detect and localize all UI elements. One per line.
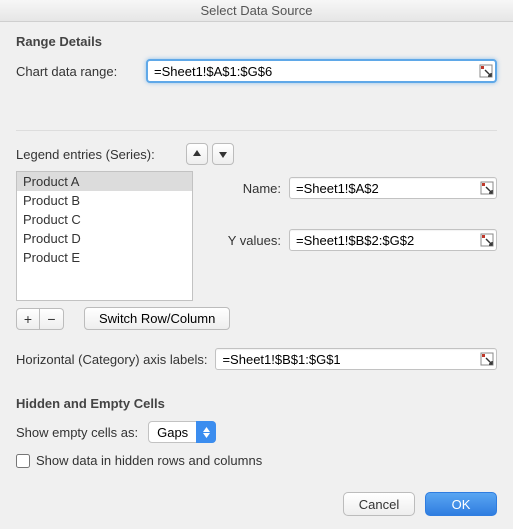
chart-data-range-input[interactable] bbox=[148, 61, 477, 81]
series-yvalues-field[interactable] bbox=[289, 229, 497, 251]
horizontal-axis-input[interactable] bbox=[216, 349, 478, 369]
add-series-button[interactable]: + bbox=[16, 308, 40, 330]
series-listbox[interactable]: Product A Product B Product C Product D … bbox=[16, 171, 193, 301]
list-item[interactable]: Product A bbox=[17, 172, 192, 191]
range-picker-icon[interactable] bbox=[478, 178, 496, 198]
range-picker-icon[interactable] bbox=[477, 61, 495, 81]
list-item[interactable]: Product E bbox=[17, 248, 192, 267]
series-name-input[interactable] bbox=[290, 178, 478, 198]
move-down-button[interactable] bbox=[212, 143, 234, 165]
show-empty-cells-select[interactable]: Gaps bbox=[148, 421, 216, 443]
series-yvalues-input[interactable] bbox=[290, 230, 478, 250]
hidden-empty-heading: Hidden and Empty Cells bbox=[16, 396, 497, 411]
show-hidden-label: Show data in hidden rows and columns bbox=[36, 453, 262, 468]
legend-entries-label: Legend entries (Series): bbox=[16, 147, 155, 162]
list-item[interactable]: Product B bbox=[17, 191, 192, 210]
series-yvalues-label: Y values: bbox=[211, 233, 281, 248]
list-item[interactable]: Product D bbox=[17, 229, 192, 248]
list-item[interactable]: Product C bbox=[17, 210, 192, 229]
range-picker-icon[interactable] bbox=[478, 349, 496, 369]
show-hidden-checkbox[interactable] bbox=[16, 454, 30, 468]
cancel-button[interactable]: Cancel bbox=[343, 492, 415, 516]
range-picker-icon[interactable] bbox=[478, 230, 496, 250]
ok-button[interactable]: OK bbox=[425, 492, 497, 516]
switch-row-column-button[interactable]: Switch Row/Column bbox=[84, 307, 230, 330]
horizontal-axis-field[interactable] bbox=[215, 348, 497, 370]
chart-data-range-label: Chart data range: bbox=[16, 64, 146, 79]
remove-series-button[interactable]: − bbox=[40, 308, 64, 330]
chart-data-range-field[interactable] bbox=[146, 59, 497, 83]
range-details-heading: Range Details bbox=[16, 34, 497, 49]
show-empty-cells-label: Show empty cells as: bbox=[16, 425, 138, 440]
series-name-label: Name: bbox=[211, 181, 281, 196]
series-name-field[interactable] bbox=[289, 177, 497, 199]
move-up-button[interactable] bbox=[186, 143, 208, 165]
horizontal-axis-label: Horizontal (Category) axis labels: bbox=[16, 352, 207, 367]
window-title: Select Data Source bbox=[0, 0, 513, 22]
